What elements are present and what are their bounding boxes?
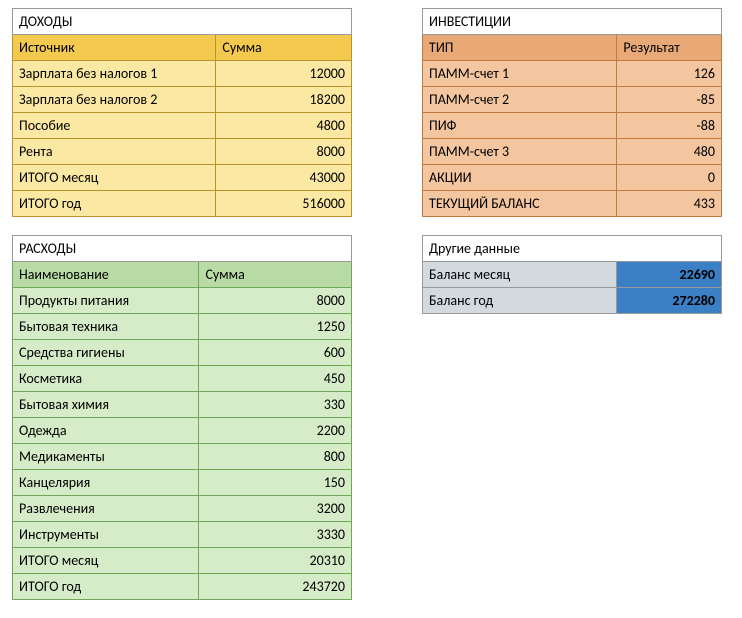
- invest-row-value[interactable]: 480: [617, 139, 722, 165]
- expenses-row-label[interactable]: Развлечения: [13, 496, 199, 522]
- income-row-label[interactable]: ИТОГО год: [13, 191, 216, 217]
- invest-row-label[interactable]: ПАММ-счет 3: [423, 139, 617, 165]
- income-col-amount: Сумма: [216, 35, 352, 61]
- other-row-label[interactable]: Баланс месяц: [423, 262, 617, 288]
- expenses-row-value[interactable]: 600: [199, 340, 352, 366]
- income-row-label[interactable]: Зарплата без налогов 2: [13, 87, 216, 113]
- expenses-row-label[interactable]: Косметика: [13, 366, 199, 392]
- invest-row-label[interactable]: АКЦИИ: [423, 165, 617, 191]
- invest-row-value[interactable]: -85: [617, 87, 722, 113]
- expenses-row-value[interactable]: 3200: [199, 496, 352, 522]
- income-row-value[interactable]: 516000: [216, 191, 352, 217]
- income-row-value[interactable]: 18200: [216, 87, 352, 113]
- expenses-row-value[interactable]: 243720: [199, 574, 352, 600]
- invest-row-label[interactable]: ПАММ-счет 2: [423, 87, 617, 113]
- income-table[interactable]: ДОХОДЫ Источник Сумма Зарплата без налог…: [12, 8, 352, 217]
- expenses-col-name: Наименование: [13, 262, 199, 288]
- expenses-row-label[interactable]: Средства гигиены: [13, 340, 199, 366]
- expenses-row-value[interactable]: 1250: [199, 314, 352, 340]
- expenses-row-value[interactable]: 800: [199, 444, 352, 470]
- expenses-row-value[interactable]: 330: [199, 392, 352, 418]
- expenses-row-label[interactable]: Инструменты: [13, 522, 199, 548]
- expenses-row-label[interactable]: Канцелярия: [13, 470, 199, 496]
- income-row-label[interactable]: Пособие: [13, 113, 216, 139]
- income-row-value[interactable]: 43000: [216, 165, 352, 191]
- expenses-row-label[interactable]: Бытовая техника: [13, 314, 199, 340]
- expenses-row-label[interactable]: Бытовая химия: [13, 392, 199, 418]
- expenses-table[interactable]: РАСХОДЫ Наименование Сумма Продукты пита…: [12, 235, 352, 600]
- income-row-value[interactable]: 12000: [216, 61, 352, 87]
- invest-row-value[interactable]: 0: [617, 165, 722, 191]
- invest-row-label[interactable]: ПАММ-счет 1: [423, 61, 617, 87]
- expenses-row-label[interactable]: Медикаменты: [13, 444, 199, 470]
- other-row-label[interactable]: Баланс год: [423, 288, 617, 314]
- invest-row-value[interactable]: -88: [617, 113, 722, 139]
- income-title: ДОХОДЫ: [13, 9, 352, 35]
- expenses-row-label[interactable]: ИТОГО год: [13, 574, 199, 600]
- expenses-title: РАСХОДЫ: [13, 236, 352, 262]
- invest-col-result: Результат: [617, 35, 722, 61]
- expenses-row-value[interactable]: 450: [199, 366, 352, 392]
- invest-col-type: ТИП: [423, 35, 617, 61]
- invest-row-label[interactable]: ТЕКУЩИЙ БАЛАНС: [423, 191, 617, 217]
- expenses-row-value[interactable]: 20310: [199, 548, 352, 574]
- other-row-value[interactable]: 22690: [617, 262, 722, 288]
- other-title: Другие данные: [423, 236, 722, 262]
- income-row-value[interactable]: 4800: [216, 113, 352, 139]
- expenses-row-label[interactable]: ИТОГО месяц: [13, 548, 199, 574]
- income-row-value[interactable]: 8000: [216, 139, 352, 165]
- income-row-label[interactable]: Зарплата без налогов 1: [13, 61, 216, 87]
- invest-row-value[interactable]: 433: [617, 191, 722, 217]
- invest-row-value[interactable]: 126: [617, 61, 722, 87]
- invest-title: ИНВЕСТИЦИИ: [423, 9, 722, 35]
- expenses-row-value[interactable]: 3330: [199, 522, 352, 548]
- investments-table[interactable]: ИНВЕСТИЦИИ ТИП Результат ПАММ-счет 1126 …: [422, 8, 722, 217]
- expenses-row-value[interactable]: 150: [199, 470, 352, 496]
- other-data-table[interactable]: Другие данные Баланс месяц 22690 Баланс …: [422, 235, 722, 314]
- income-row-label[interactable]: Рента: [13, 139, 216, 165]
- expenses-col-amount: Сумма: [199, 262, 352, 288]
- income-col-source: Источник: [13, 35, 216, 61]
- income-row-label[interactable]: ИТОГО месяц: [13, 165, 216, 191]
- expenses-row-label[interactable]: Одежда: [13, 418, 199, 444]
- expenses-row-value[interactable]: 8000: [199, 288, 352, 314]
- other-row-value[interactable]: 272280: [617, 288, 722, 314]
- expenses-row-value[interactable]: 2200: [199, 418, 352, 444]
- expenses-row-label[interactable]: Продукты питания: [13, 288, 199, 314]
- invest-row-label[interactable]: ПИФ: [423, 113, 617, 139]
